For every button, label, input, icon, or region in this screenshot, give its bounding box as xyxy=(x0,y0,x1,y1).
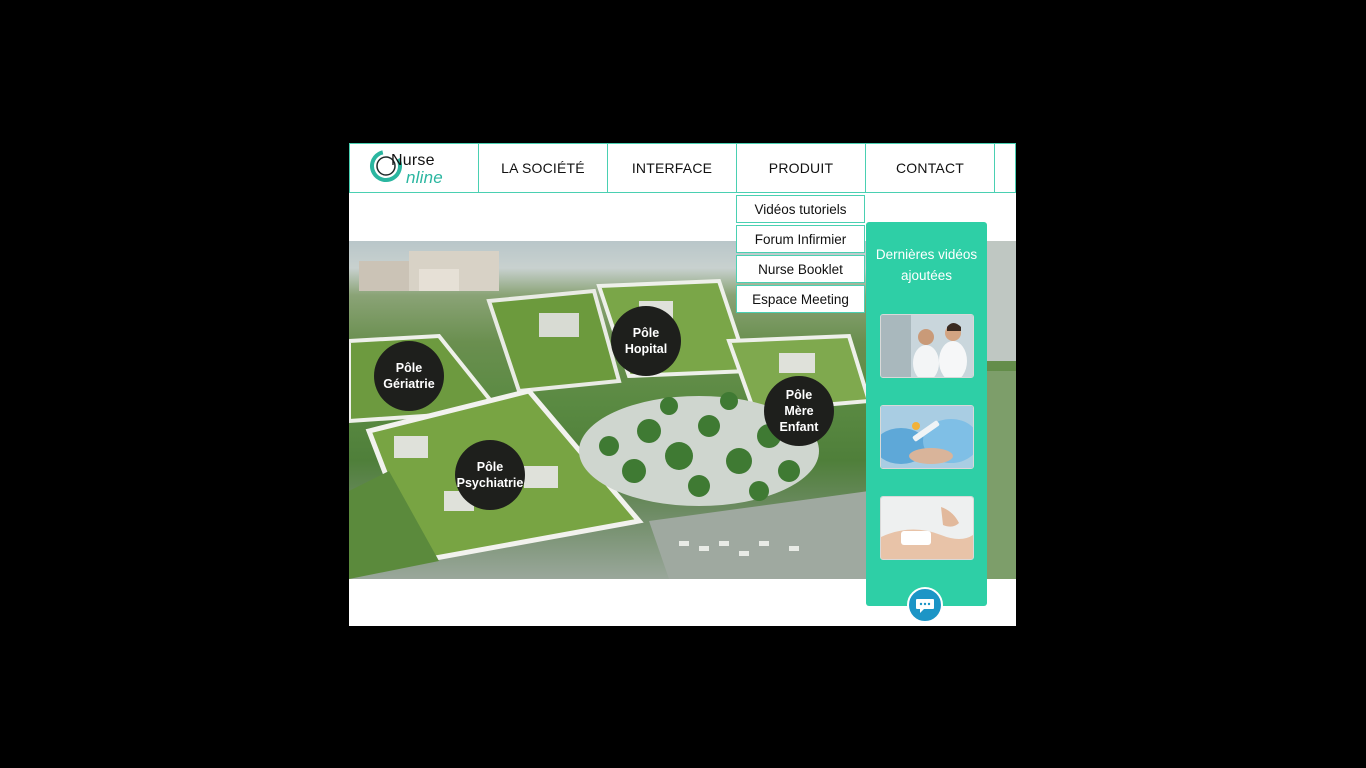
page-frame: Pôle Hopital Pôle Gériatrie Pôle Mère En… xyxy=(349,143,1016,626)
logo-link[interactable]: Nurse nline xyxy=(349,143,479,193)
video-thumbnail-bandage[interactable] xyxy=(880,496,974,560)
nav-item-interface[interactable]: INTERFACE xyxy=(607,143,737,193)
video-thumbnail-nurses-lab[interactable] xyxy=(880,314,974,378)
latest-videos-panel: Dernières vidéos ajoutées xyxy=(866,222,987,606)
pole-hopital-button[interactable]: Pôle Hopital xyxy=(611,306,681,376)
nav-item-contact[interactable]: CONTACT xyxy=(865,143,995,193)
menu-item-espace-meeting[interactable]: Espace Meeting xyxy=(736,285,865,313)
menu-item-nurse-booklet[interactable]: Nurse Booklet xyxy=(736,255,865,283)
produit-dropdown-menu: Vidéos tutoriels Forum Infirmier Nurse B… xyxy=(736,195,865,315)
latest-videos-title: Dernières vidéos ajoutées xyxy=(875,247,978,283)
nav-item-produit[interactable]: PRODUIT xyxy=(736,143,866,193)
pole-mere-enfant-button[interactable]: Pôle Mère Enfant xyxy=(764,376,834,446)
nav-item-la-societe[interactable]: LA SOCIÉTÉ xyxy=(478,143,608,193)
chat-button[interactable] xyxy=(907,587,943,623)
nurse-online-logo: Nurse nline xyxy=(369,146,459,190)
video-thumbnail-injection[interactable] xyxy=(880,405,974,469)
pole-geriatrie-button[interactable]: Pôle Gériatrie xyxy=(374,341,444,411)
chat-bubble-icon xyxy=(916,599,934,613)
pole-psychiatrie-button[interactable]: Pôle Psychiatrie xyxy=(455,440,525,510)
nav-item-extra xyxy=(994,143,1016,193)
menu-item-forum-infirmier[interactable]: Forum Infirmier xyxy=(736,225,865,253)
main-navigation: Nurse nline LA SOCIÉTÉ INTERFACE PRODUIT… xyxy=(349,143,1016,195)
menu-item-videos-tutoriels[interactable]: Vidéos tutoriels xyxy=(736,195,865,223)
logo-text-online: nline xyxy=(406,168,443,187)
